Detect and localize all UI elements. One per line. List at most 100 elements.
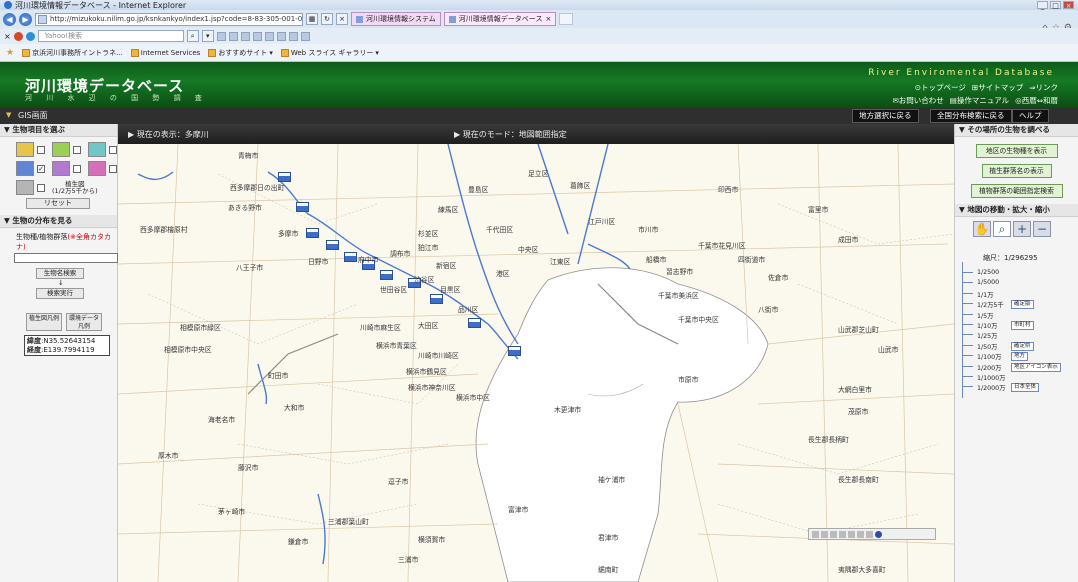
survey-point-icon[interactable]	[306, 228, 319, 238]
toolbar-icon[interactable]	[228, 31, 238, 41]
zoom-level-item[interactable]: 1/1000万	[977, 373, 1005, 382]
zoom-level-item[interactable]: 1/100万	[977, 352, 1001, 361]
search-options-button[interactable]: ▾	[201, 30, 214, 42]
zoom-level-item[interactable]: 1/5000	[977, 279, 999, 286]
zoom-out-icon[interactable]: −	[1033, 221, 1051, 237]
zoom-level-item[interactable]: 1/50万	[977, 342, 997, 351]
checkbox-reptiles[interactable]	[109, 164, 117, 173]
reptiles-icon[interactable]	[88, 161, 106, 176]
checkbox-birds[interactable]	[73, 164, 81, 173]
map-ctrl-icon[interactable]	[812, 530, 819, 538]
zoom-box-icon[interactable]: ⌕	[993, 221, 1011, 237]
tab-river-system[interactable]: 河川環境情報システム	[351, 12, 441, 26]
close-button[interactable]: ×	[1063, 1, 1074, 10]
vegetation-range-search-button[interactable]: 植物群落の範囲指定検索	[970, 184, 1063, 198]
toolbar-icon[interactable]	[288, 31, 298, 41]
tab-river-database[interactable]: 河川環境情報データベース ×	[443, 12, 557, 26]
zoom-level-item[interactable]: 1/200万	[977, 363, 1001, 372]
zoom-level-item[interactable]: 1/10万	[977, 321, 997, 330]
toolbar-icon[interactable]	[252, 31, 262, 41]
vegetation-legend-button[interactable]: 植生図凡例	[26, 313, 62, 331]
stop-button[interactable]: ×	[336, 13, 348, 25]
links-link[interactable]: ⇒リンク	[1029, 82, 1058, 93]
sitemap-link[interactable]: ⊞サイトマップ	[972, 82, 1023, 93]
run-search-button[interactable]: 検索実行	[36, 288, 84, 299]
survey-point-icon[interactable]	[380, 270, 393, 280]
survey-point-icon[interactable]	[468, 318, 481, 328]
checkbox-benthos[interactable]	[73, 145, 81, 154]
toolbar-icon[interactable]	[240, 31, 250, 41]
zoom-level-tick[interactable]	[963, 324, 973, 325]
manual-link[interactable]: ▤操作マニュアル	[950, 95, 1009, 106]
show-vegetation-name-button[interactable]: 植生群落名の表示	[981, 164, 1052, 178]
favorite-item[interactable]: Web スライス ギャラリー ▾	[280, 48, 379, 58]
forward-button[interactable]: ▶	[19, 12, 32, 26]
reset-button[interactable]: リセット	[26, 198, 90, 209]
map-ctrl-icon[interactable]	[857, 530, 864, 538]
zoom-level-item[interactable]: 1/25万	[977, 331, 997, 340]
plankton-icon[interactable]	[88, 142, 106, 157]
birds-icon[interactable]	[52, 161, 70, 176]
zoom-in-icon[interactable]: +	[1013, 221, 1031, 237]
zoom-level-tick[interactable]	[963, 355, 973, 357]
close-toolbar-icon[interactable]: ×	[4, 32, 11, 41]
compat-view-button[interactable]: ▦	[306, 13, 318, 25]
survey-point-icon[interactable]	[508, 346, 521, 356]
new-tab-button[interactable]	[559, 13, 574, 25]
zoom-level-tick[interactable]	[963, 376, 973, 377]
fish-icon[interactable]	[16, 142, 34, 157]
survey-point-icon[interactable]	[326, 240, 339, 250]
checkbox-mammals[interactable]	[37, 183, 45, 192]
mammals-icon[interactable]	[16, 180, 34, 195]
toolbar-icon[interactable]	[264, 31, 274, 41]
search-input[interactable]: Yahoo!検索	[37, 30, 184, 42]
favorite-item[interactable]: Internet Services	[130, 48, 200, 57]
survey-point-icon[interactable]	[344, 252, 357, 262]
toolbar-icon[interactable]	[276, 31, 286, 41]
zoom-level-item[interactable]: 1/1万	[977, 290, 993, 299]
zoom-level-tick[interactable]	[963, 365, 973, 367]
survey-point-icon[interactable]	[296, 202, 309, 212]
zoom-level-tick[interactable]	[963, 282, 973, 284]
map-ctrl-icon[interactable]	[866, 530, 873, 538]
gis-map[interactable]: 青梅市 西多摩郡日の出町 あきる野市 西多摩郡檜原村 多摩市 八王子市 日野市 府中市 調布市狛…	[118, 144, 954, 582]
zoom-level-tick[interactable]	[963, 344, 973, 346]
species-name-search-button[interactable]: 生物名検索	[36, 268, 84, 279]
zoom-level-item[interactable]: 1/2万5千	[977, 300, 1004, 309]
back-to-region-button[interactable]: 地方選択に戻る	[852, 109, 919, 123]
toolbar-icon[interactable]	[300, 31, 310, 41]
zoom-level-item[interactable]: 1/5万	[977, 311, 993, 320]
show-district-species-button[interactable]: 地区の生物種を表示	[975, 144, 1058, 158]
back-to-national-search-button[interactable]: 全国分布検索に戻る	[930, 109, 1012, 123]
checkbox-fish[interactable]	[37, 145, 45, 154]
checkbox-plants[interactable]: ✓	[37, 164, 45, 173]
zoom-level-tick[interactable]	[963, 303, 973, 305]
plants-icon[interactable]	[16, 161, 34, 176]
back-button[interactable]: ◀	[3, 12, 16, 26]
help-button[interactable]: ヘルプ	[1012, 109, 1049, 123]
toolbar-icon[interactable]	[216, 31, 226, 41]
zoom-level-item[interactable]: 1/2000万	[977, 383, 1005, 392]
zoom-level-tick[interactable]	[963, 313, 973, 315]
survey-point-icon[interactable]	[430, 294, 443, 304]
help-icon[interactable]	[875, 530, 882, 538]
calendar-convert-link[interactable]: ◎西暦⇔和暦	[1015, 95, 1058, 106]
map-ctrl-icon[interactable]	[848, 530, 855, 538]
refresh-button[interactable]: ↻	[321, 13, 333, 25]
favorite-item[interactable]: おすすめサイト ▾	[208, 48, 273, 58]
minimize-button[interactable]: _	[1037, 1, 1048, 10]
zoom-level-tick[interactable]	[963, 334, 973, 336]
zoom-level-tick[interactable]	[963, 272, 973, 273]
survey-point-icon[interactable]	[278, 172, 291, 182]
contact-link[interactable]: ✉お問い合わせ	[892, 95, 943, 106]
species-input[interactable]	[14, 253, 118, 263]
maximize-button[interactable]: □	[1050, 1, 1061, 10]
search-icon[interactable]: ⌕	[186, 30, 199, 42]
map-ctrl-icon[interactable]	[821, 530, 828, 538]
benthos-icon[interactable]	[52, 142, 70, 157]
address-bar[interactable]: http://mizukoku.nilim.go.jp/ksnkankyo/in…	[35, 12, 303, 26]
zoom-level-tick[interactable]	[963, 386, 973, 388]
favorite-item[interactable]: 京浜河川事務所イントラネ...	[22, 48, 123, 58]
environment-legend-button[interactable]: 環境データ凡例	[66, 313, 102, 331]
top-page-link[interactable]: ⊙トップページ	[915, 82, 966, 93]
